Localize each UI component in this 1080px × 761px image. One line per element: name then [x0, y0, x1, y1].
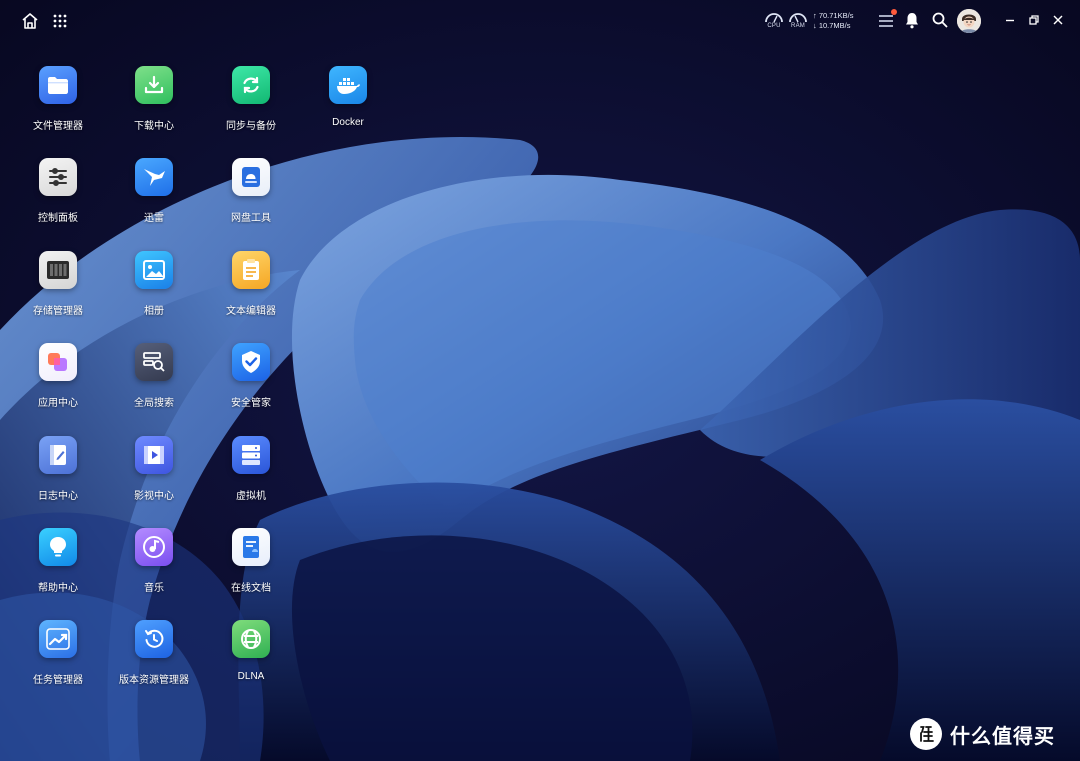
- music-icon: [135, 528, 173, 566]
- app-label: 控制面板: [38, 213, 78, 224]
- app-label: 应用中心: [38, 398, 78, 409]
- app-photo[interactable]: 相册: [108, 251, 200, 331]
- app-label: 相册: [144, 306, 164, 317]
- notification-dot: [891, 9, 897, 15]
- watermark-logo: [910, 718, 942, 750]
- app-sliders[interactable]: 控制面板: [12, 158, 104, 238]
- folder-icon: [39, 66, 77, 104]
- app-label: 版本资源管理器: [119, 675, 189, 686]
- avatar[interactable]: [957, 9, 981, 33]
- app-download[interactable]: 下载中心: [108, 66, 200, 146]
- app-bird[interactable]: 迅雷: [108, 158, 200, 238]
- grid-icon[interactable]: [51, 12, 69, 30]
- network-speed: ↑ 70.71KB/s ↓ 10.7MB/s: [813, 11, 853, 30]
- app-label: 任务管理器: [33, 675, 83, 686]
- app-app-store[interactable]: 应用中心: [12, 343, 104, 423]
- photo-icon: [135, 251, 173, 289]
- app-label: 迅雷: [144, 213, 164, 224]
- video-icon: [135, 436, 173, 474]
- docker-icon: [329, 66, 367, 104]
- app-storage[interactable]: 存储管理器: [12, 251, 104, 331]
- sync-icon: [232, 66, 270, 104]
- app-global-search[interactable]: 全局搜索: [108, 343, 200, 423]
- notepad-icon: [232, 251, 270, 289]
- bulb-icon: [39, 528, 77, 566]
- sliders-icon: [39, 158, 77, 196]
- bird-icon: [135, 158, 173, 196]
- cpu-gauge[interactable]: CPU: [763, 10, 785, 32]
- minimize-icon[interactable]: [1002, 12, 1018, 28]
- cpu-label: CPU: [767, 23, 781, 29]
- app-log[interactable]: 日志中心: [12, 436, 104, 516]
- cloud-drive-icon: [232, 158, 270, 196]
- app-cloud-drive[interactable]: 网盘工具: [205, 158, 297, 238]
- log-icon: [39, 436, 77, 474]
- close-icon[interactable]: [1050, 12, 1066, 28]
- app-sync[interactable]: 同步与备份: [205, 66, 297, 146]
- app-label: 文件管理器: [33, 121, 83, 132]
- app-label: 帮助中心: [38, 583, 78, 594]
- home-icon[interactable]: [20, 11, 40, 31]
- restore-icon[interactable]: [1026, 12, 1042, 28]
- app-folder[interactable]: 文件管理器: [12, 66, 104, 146]
- app-label: 下载中心: [134, 121, 174, 132]
- app-label: DLNA: [237, 671, 265, 682]
- server-icon: [232, 436, 270, 474]
- app-label: 同步与备份: [226, 121, 276, 132]
- global-search-icon: [135, 343, 173, 381]
- app-shield[interactable]: 安全管家: [205, 343, 297, 423]
- app-bulb[interactable]: 帮助中心: [12, 528, 104, 608]
- app-label: 安全管家: [231, 398, 271, 409]
- history-icon: [135, 620, 173, 658]
- app-label: 在线文档: [231, 583, 271, 594]
- top-bar: CPU RAM ↑ 70.71KB/s ↓ 10.7MB/s: [0, 0, 1080, 40]
- app-history[interactable]: 版本资源管理器: [108, 620, 200, 700]
- app-chart[interactable]: 任务管理器: [12, 620, 104, 700]
- app-label: 存储管理器: [33, 306, 83, 317]
- document-icon: [232, 528, 270, 566]
- ram-gauge[interactable]: RAM: [787, 10, 809, 32]
- app-server[interactable]: 虚拟机: [205, 436, 297, 516]
- desktop: CPU RAM ↑ 70.71KB/s ↓ 10.7MB/s 文件管理器 下载中…: [0, 0, 1080, 761]
- app-label: 网盘工具: [231, 213, 271, 224]
- watermark: 什么值得买: [910, 716, 1055, 752]
- shield-icon: [232, 343, 270, 381]
- watermark-text: 什么值得买: [950, 725, 1055, 748]
- app-label: 影视中心: [134, 491, 174, 502]
- app-label: 虚拟机: [236, 491, 266, 502]
- chart-icon: [39, 620, 77, 658]
- app-label: 文本编辑器: [226, 306, 276, 317]
- dlna-icon: [232, 620, 270, 658]
- storage-icon: [39, 251, 77, 289]
- app-label: 日志中心: [38, 491, 78, 502]
- app-video[interactable]: 影视中心: [108, 436, 200, 516]
- app-store-icon: [39, 343, 77, 381]
- app-label: 全局搜索: [134, 398, 174, 409]
- search-icon[interactable]: [931, 11, 949, 29]
- app-notepad[interactable]: 文本编辑器: [205, 251, 297, 331]
- app-label: 音乐: [144, 583, 164, 594]
- upload-speed: ↑ 70.71KB/s: [813, 11, 854, 20]
- bell-icon[interactable]: [903, 11, 921, 29]
- app-dlna[interactable]: DLNA: [205, 620, 297, 700]
- ram-label: RAM: [791, 23, 805, 29]
- app-label: Docker: [332, 117, 364, 128]
- download-icon: [135, 66, 173, 104]
- app-docker[interactable]: Docker: [302, 66, 394, 146]
- app-music[interactable]: 音乐: [108, 528, 200, 608]
- app-document[interactable]: 在线文档: [205, 528, 297, 608]
- download-speed: ↓ 10.7MB/s: [813, 20, 851, 30]
